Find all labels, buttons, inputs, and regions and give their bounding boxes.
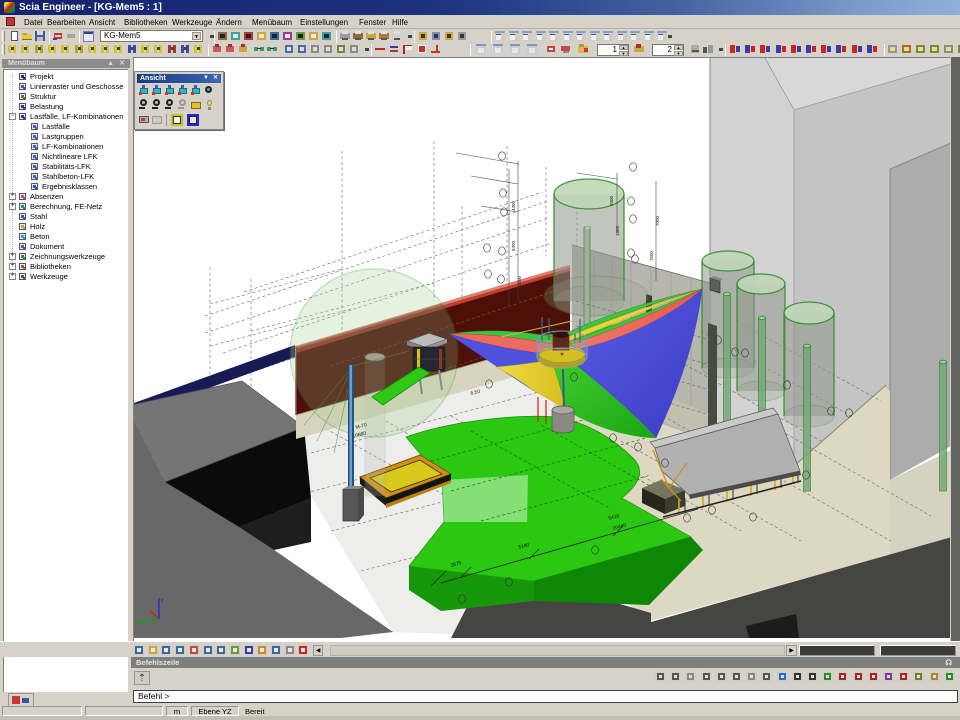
svg-text:2500: 2500 <box>517 275 522 286</box>
svg-text:7000: 7000 <box>655 215 660 226</box>
svg-text:7500: 7500 <box>649 250 654 261</box>
svg-text:2000: 2000 <box>609 195 614 206</box>
svg-text:4300: 4300 <box>511 200 516 211</box>
svg-text:6300: 6300 <box>511 240 516 251</box>
svg-text:1000: 1000 <box>615 225 620 236</box>
